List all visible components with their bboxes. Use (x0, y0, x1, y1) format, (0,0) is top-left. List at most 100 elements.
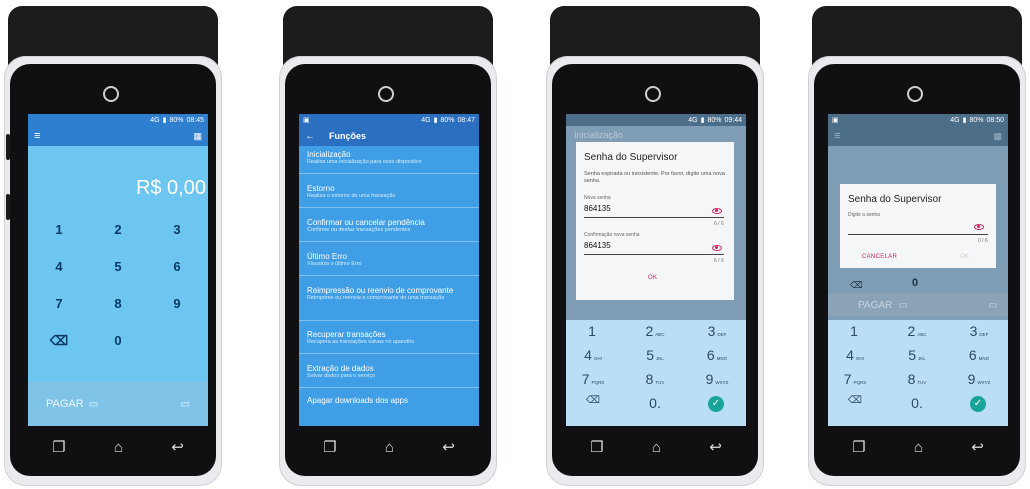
backspace-icon[interactable]: ⌫ (850, 280, 863, 291)
back-icon[interactable]: ↩ (442, 438, 455, 456)
key-1[interactable]: 1 (832, 323, 878, 339)
key-2[interactable]: 2 ABC (632, 323, 678, 339)
password-input[interactable] (848, 234, 988, 235)
key-3[interactable]: 3 DEF (694, 323, 740, 339)
key-5[interactable]: 5 (93, 259, 143, 279)
list-item-title: Extração de dados (307, 364, 374, 373)
key-4[interactable]: 4 GHI (570, 347, 616, 363)
menu-icon[interactable]: ≡ (34, 130, 40, 142)
confirm-password-input[interactable]: 864135 (584, 241, 611, 250)
backspace-icon[interactable]: ⌫ (34, 333, 84, 353)
android-nav-bar: ❐ ⌂ ↩ (299, 430, 479, 464)
clock-label: 08:47 (457, 116, 475, 124)
list-item[interactable]: Estorno Realiza o estorno de uma transaç… (307, 184, 471, 200)
key-5[interactable]: 5 JKL (632, 347, 678, 363)
key-8[interactable]: 8 TUV (632, 371, 678, 387)
home-icon[interactable]: ⌂ (914, 439, 923, 456)
key-7[interactable]: 7 (34, 296, 84, 316)
list-item[interactable]: Recuperar transações Recupera as transaç… (307, 330, 471, 346)
key-4[interactable]: 4 (34, 259, 84, 279)
cancel-button[interactable]: CANCELAR (862, 254, 897, 260)
key-6[interactable]: 6 (152, 259, 202, 279)
hide-password-icon[interactable] (974, 224, 984, 230)
back-icon[interactable]: ↩ (709, 438, 722, 456)
back-icon[interactable]: ↩ (171, 438, 184, 456)
key-4[interactable]: 4 GHI (832, 347, 878, 363)
app-bar: ≡ ▦ (828, 126, 1008, 146)
key-8[interactable]: 8 TUV (894, 371, 940, 387)
status-bar: ▣ 4G ▮ 80% 08:50 (828, 114, 1008, 126)
list-item[interactable]: Extração de dados Salvar dados para o se… (307, 364, 471, 380)
recents-icon[interactable]: ❐ (52, 438, 65, 456)
signal-icon: ▮ (700, 117, 705, 124)
list-item[interactable]: Inicialização Realiza uma inicialização … (307, 150, 471, 166)
battery-label: 80% (169, 116, 184, 124)
wallet-icon[interactable]: ▭ (181, 399, 190, 410)
key-3[interactable]: 3 DEF (956, 323, 1002, 339)
new-password-label: Nova senha (584, 195, 611, 201)
side-button[interactable] (6, 134, 10, 160)
backspace-icon[interactable]: ⌫ (570, 395, 616, 406)
key-5[interactable]: 5 JKL (894, 347, 940, 363)
camera-icon (907, 86, 923, 102)
key-1[interactable]: 1 (34, 222, 84, 242)
dialog-title: Senha do Supervisor (848, 194, 942, 205)
network-label: 4G (150, 116, 160, 124)
char-counter: 6 / 6 (714, 221, 724, 227)
home-icon[interactable]: ⌂ (652, 439, 661, 456)
status-bar: 4G ▮ 80% 08:45 (28, 114, 208, 126)
pay-button[interactable]: PAGAR ▭ ▭ (828, 294, 1008, 316)
backspace-icon[interactable]: ⌫ (832, 395, 878, 406)
key-0[interactable]: 0. (632, 395, 678, 411)
app-bar: ≡ ▦ (28, 126, 208, 146)
key-9[interactable]: 9 WXYZ (694, 371, 740, 387)
pay-button[interactable]: PAGAR ▭ ▭ (28, 382, 208, 426)
signal-icon: ▮ (962, 117, 967, 124)
battery-label: 80% (707, 116, 722, 124)
card-icon: ▭ (88, 398, 99, 410)
key-6[interactable]: 6 MNO (956, 347, 1002, 363)
key-3[interactable]: 3 (152, 222, 202, 242)
pay-label: PAGAR (46, 398, 84, 410)
key-9[interactable]: 9 WXYZ (956, 371, 1002, 387)
list-item[interactable]: Apagar downloads dos apps (307, 396, 471, 405)
new-password-input[interactable]: 864135 (584, 204, 611, 213)
key-2[interactable]: 2 (93, 222, 143, 242)
list-item[interactable]: Reimpressão ou reenvio de comprovante Re… (307, 286, 471, 302)
key-0[interactable]: 0. (894, 395, 940, 411)
key-0[interactable]: 0 (912, 277, 918, 289)
show-password-icon[interactable] (712, 245, 722, 251)
confirm-check-icon[interactable]: ✓ (970, 396, 986, 412)
confirm-password-label: Confirmação nova senha (584, 232, 640, 238)
key-7[interactable]: 7 PQRS (570, 371, 616, 387)
key-0[interactable]: 0 (93, 333, 143, 353)
list-item[interactable]: Confirmar ou cancelar pendência Confirme… (307, 218, 471, 234)
calculator-icon[interactable]: ▦ (193, 131, 202, 142)
key-6[interactable]: 6 MNO (694, 347, 740, 363)
confirm-check-icon[interactable]: ✓ (708, 396, 724, 412)
ok-button[interactable]: OK (648, 275, 657, 281)
recents-icon[interactable]: ❐ (590, 438, 603, 456)
key-7[interactable]: 7 PQRS (832, 371, 878, 387)
show-password-icon[interactable] (712, 208, 722, 214)
key-8[interactable]: 8 (93, 296, 143, 316)
list-item-desc: Realiza o estorno de uma transação (307, 193, 396, 199)
menu-icon[interactable]: ≡ (834, 130, 840, 142)
wallet-icon[interactable]: ▭ (989, 300, 998, 311)
side-button[interactable] (6, 194, 10, 220)
home-icon[interactable]: ⌂ (385, 439, 394, 456)
back-icon[interactable]: ↩ (971, 438, 984, 456)
ok-button[interactable]: OK (960, 254, 969, 260)
calculator-icon[interactable]: ▦ (993, 131, 1002, 142)
camera-icon (645, 86, 661, 102)
recents-icon[interactable]: ❐ (323, 438, 336, 456)
home-icon[interactable]: ⌂ (114, 439, 123, 456)
app-notification-icon: ▣ (832, 117, 839, 124)
key-2[interactable]: 2 ABC (894, 323, 940, 339)
back-arrow-icon[interactable]: ← (305, 131, 315, 142)
key-1[interactable]: 1 (570, 323, 616, 339)
recents-icon[interactable]: ❐ (852, 438, 865, 456)
key-9[interactable]: 9 (152, 296, 202, 316)
list-item-title: Apagar downloads dos apps (307, 396, 408, 405)
list-item[interactable]: Último Erro Visualiza o último Erro (307, 252, 471, 268)
